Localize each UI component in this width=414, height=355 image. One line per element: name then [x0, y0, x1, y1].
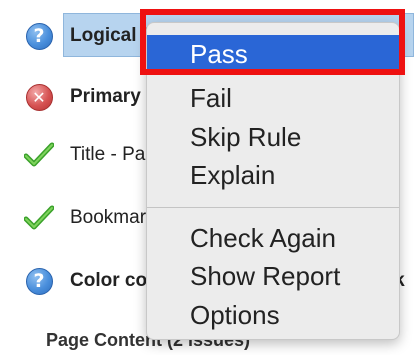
menu-item-show-report[interactable]: Show Report: [147, 257, 399, 295]
menu-item-fail[interactable]: Fail: [147, 79, 399, 117]
question-icon: ?: [24, 21, 54, 51]
fail-icon: ✕: [24, 82, 54, 112]
menu-item-check-again[interactable]: Check Again: [147, 219, 399, 257]
annotation-highlight-box: [140, 9, 405, 75]
question-icon: ?: [24, 266, 54, 296]
check-icon: [24, 140, 54, 170]
menu-separator: [147, 207, 399, 208]
menu-item-explain[interactable]: Explain: [147, 156, 399, 194]
menu-item-skip-rule[interactable]: Skip Rule: [147, 118, 399, 156]
check-icon: [24, 203, 54, 233]
menu-item-options[interactable]: Options: [147, 296, 399, 334]
